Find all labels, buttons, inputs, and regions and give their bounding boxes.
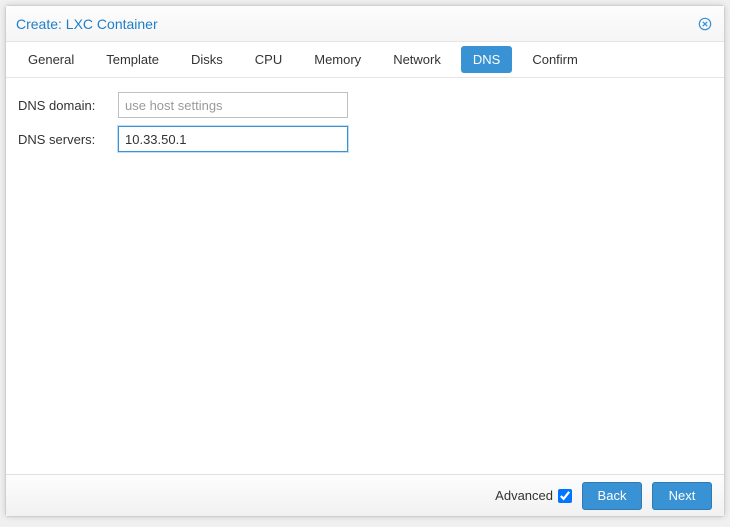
advanced-toggle[interactable]: Advanced xyxy=(495,488,572,503)
advanced-checkbox[interactable] xyxy=(558,489,572,503)
titlebar: Create: LXC Container xyxy=(6,6,724,42)
tab-dns[interactable]: DNS xyxy=(461,46,512,73)
tab-memory[interactable]: Memory xyxy=(302,46,373,73)
advanced-label: Advanced xyxy=(495,488,553,503)
row-dns-domain: DNS domain: xyxy=(18,92,712,118)
wizard-tabs: General Template Disks CPU Memory Networ… xyxy=(6,42,724,78)
tab-disks[interactable]: Disks xyxy=(179,46,235,73)
wizard-footer: Advanced Back Next xyxy=(6,474,724,516)
next-button[interactable]: Next xyxy=(652,482,712,510)
close-icon[interactable] xyxy=(696,15,714,33)
tab-confirm[interactable]: Confirm xyxy=(520,46,590,73)
label-dns-servers: DNS servers: xyxy=(18,132,118,147)
label-dns-domain: DNS domain: xyxy=(18,98,118,113)
dns-panel: DNS domain: DNS servers: xyxy=(6,78,724,474)
window-title: Create: LXC Container xyxy=(16,16,158,32)
create-lxc-dialog: Create: LXC Container General Template D… xyxy=(5,5,725,517)
tab-cpu[interactable]: CPU xyxy=(243,46,294,73)
tab-network[interactable]: Network xyxy=(381,46,453,73)
back-button[interactable]: Back xyxy=(582,482,642,510)
dns-servers-input[interactable] xyxy=(118,126,348,152)
tab-template[interactable]: Template xyxy=(94,46,171,73)
dns-domain-input[interactable] xyxy=(118,92,348,118)
row-dns-servers: DNS servers: xyxy=(18,126,712,152)
tab-general[interactable]: General xyxy=(16,46,86,73)
